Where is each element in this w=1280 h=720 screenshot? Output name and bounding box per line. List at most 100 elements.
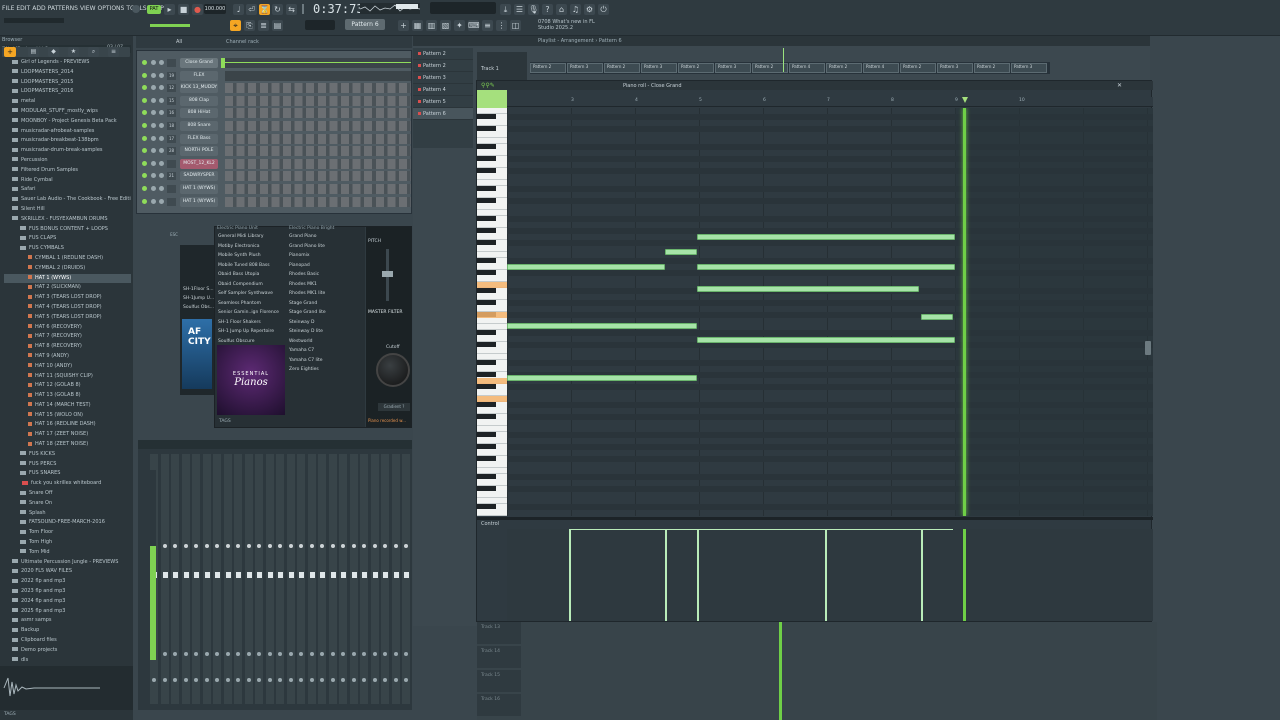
loop-record-icon[interactable]: ↻	[272, 4, 283, 15]
pattern-selector[interactable]: Pattern 6	[345, 19, 385, 30]
menu-file[interactable]: FILE	[2, 5, 14, 12]
fader-handle[interactable]	[320, 572, 325, 578]
record-mode-icon[interactable]	[132, 5, 140, 13]
browser-star-icon[interactable]: ★	[68, 47, 79, 57]
piano-roll-corner[interactable]	[477, 90, 507, 108]
snap-magnet-icon[interactable]: ⌖	[230, 20, 241, 31]
send-led-icon[interactable]	[236, 544, 240, 548]
browser-item[interactable]: LOOPMASTERS_2015	[4, 78, 131, 88]
mute-led-icon[interactable]	[142, 110, 147, 116]
black-key[interactable]	[477, 114, 496, 119]
channel-name-button[interactable]: HAT 1 (WYWS)	[180, 184, 218, 194]
step-sequencer[interactable]	[225, 171, 411, 182]
black-key[interactable]	[477, 402, 496, 407]
stop-icon[interactable]: ■	[178, 4, 189, 15]
pattern-list-item[interactable]: Pattern 3	[413, 72, 473, 84]
send-led-icon[interactable]	[362, 544, 366, 548]
pan-knob-icon[interactable]	[151, 160, 156, 166]
plugin-preset-item[interactable]: Rhodes MK1 lite	[289, 289, 359, 299]
pattern-list-item[interactable]: Pattern 6	[413, 108, 473, 120]
mixer-track-number[interactable]: 21	[167, 172, 176, 181]
playlist-clip[interactable]: Pattern 2	[826, 63, 862, 73]
playlist-clip[interactable]: Pattern 3	[937, 63, 973, 73]
step-sequencer[interactable]	[225, 133, 411, 144]
browser-item[interactable]: Percussion	[4, 156, 131, 166]
piano-roll-tools-icon[interactable]: ⚲⚲✎	[481, 82, 495, 89]
step-sequencer[interactable]	[221, 58, 411, 68]
fader-handle[interactable]	[246, 572, 252, 578]
browser-item[interactable]: FUS KICKS	[4, 450, 131, 460]
countdown-icon[interactable]: ⌛	[259, 4, 270, 15]
volume-knob-icon[interactable]	[159, 123, 164, 128]
browser-item[interactable]: HAT 6 (RECOVERY)	[4, 323, 131, 333]
volume-knob-icon[interactable]	[159, 160, 164, 166]
lock-icon[interactable]: ⌂	[556, 4, 567, 15]
track-header[interactable]: Track 15	[477, 670, 521, 692]
black-key[interactable]	[477, 216, 496, 221]
menu-edit[interactable]: EDIT	[16, 5, 30, 12]
browser-tags-label[interactable]: TAGS	[4, 712, 16, 717]
pan-knob-icon[interactable]	[173, 652, 177, 656]
mixer-strip[interactable]	[192, 454, 200, 704]
main-volume-slider[interactable]	[150, 24, 190, 27]
mixer-track-number[interactable]: 17	[167, 134, 176, 143]
browser-item[interactable]: Tom Floor	[4, 528, 131, 538]
fader-handle[interactable]	[194, 572, 199, 578]
pan-knob-icon[interactable]	[151, 123, 156, 128]
routing-icon[interactable]	[152, 678, 156, 682]
browser-item[interactable]: HAT 15 (WOLO ON)	[4, 411, 131, 421]
browser-file-icon[interactable]: ▤	[28, 47, 39, 57]
routing-icon[interactable]	[278, 678, 282, 682]
playlist-view-icon[interactable]: ≡	[482, 20, 493, 31]
routing-icon[interactable]	[173, 678, 177, 682]
control-label[interactable]: Control	[481, 521, 499, 527]
fader-handle[interactable]	[204, 572, 210, 578]
fader-handle[interactable]	[372, 572, 378, 578]
step-sequencer[interactable]	[225, 121, 411, 131]
plugin-preset-item[interactable]: Rhodes MK1	[289, 280, 359, 290]
midi-note[interactable]	[697, 264, 955, 270]
send-led-icon[interactable]	[173, 544, 177, 548]
routing-icon[interactable]	[236, 678, 240, 682]
pan-knob-icon[interactable]	[151, 173, 156, 179]
note-grid[interactable]	[507, 108, 1153, 516]
routing-icon[interactable]	[204, 678, 209, 682]
mute-led-icon[interactable]	[142, 148, 147, 154]
track-header[interactable]: Track 16	[477, 694, 521, 716]
browser-item[interactable]: FUS CLAPS	[4, 234, 131, 244]
pan-knob-icon[interactable]	[194, 652, 198, 656]
channel-rack-icon[interactable]: ▥	[426, 20, 437, 31]
plugin-picker-icon[interactable]: ✦	[454, 20, 465, 31]
browser-item[interactable]: metal	[4, 97, 131, 107]
plugin-preset-item[interactable]: Pianomix	[289, 251, 359, 261]
black-key[interactable]	[477, 144, 496, 149]
piano-keyboard[interactable]	[477, 108, 507, 516]
cutoff-knob[interactable]	[376, 353, 410, 387]
browser-item[interactable]: Tom Mid	[4, 548, 131, 558]
plugin-preset-item[interactable]: Pianopad	[289, 261, 359, 271]
browser-item[interactable]: Tom High	[4, 538, 131, 548]
plugin-category-item[interactable]: SH-1 Jump Up Repertoire	[218, 327, 286, 337]
piano-roll-icon[interactable]: ▤	[272, 20, 283, 31]
browser-item[interactable]: Filtered Drum Samples	[4, 166, 131, 176]
preset-button[interactable]: Gradient ?	[378, 403, 410, 411]
playlist-clip[interactable]: Pattern 2	[604, 63, 640, 73]
volume-knob-icon[interactable]	[159, 85, 164, 91]
browser-item[interactable]: Splash	[4, 509, 131, 519]
pan-knob-icon[interactable]	[309, 652, 314, 656]
news-hint[interactable]: 0708 What's new in FL Studio 2025.2	[538, 19, 598, 31]
playlist-icon[interactable]: ≣	[258, 20, 269, 31]
volume-knob-icon[interactable]	[159, 110, 164, 116]
routing-icon[interactable]	[404, 678, 408, 682]
mixer-strip[interactable]	[370, 454, 379, 704]
window-close-icon[interactable]: ✕	[1117, 82, 1122, 89]
fader-handle[interactable]	[162, 572, 168, 578]
black-key[interactable]	[477, 168, 496, 173]
pan-knob-icon[interactable]	[225, 652, 230, 656]
menu-add[interactable]: ADD	[32, 5, 45, 12]
volume-knob-icon[interactable]	[159, 198, 164, 204]
send-led-icon[interactable]	[309, 544, 314, 548]
pan-knob-icon[interactable]	[372, 652, 377, 656]
black-key[interactable]	[477, 270, 496, 275]
plugin-category-item[interactable]: Obaid Compendium	[218, 280, 286, 290]
